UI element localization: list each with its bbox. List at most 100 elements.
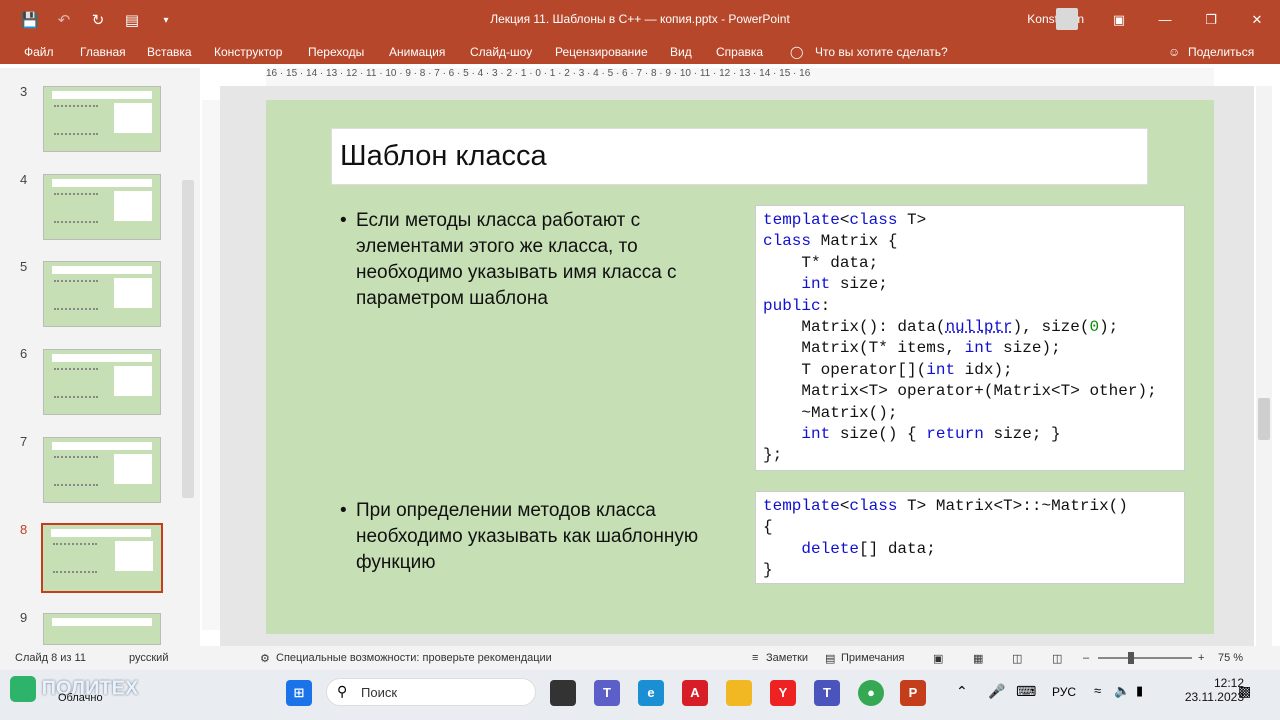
weather-text[interactable]: Облачно bbox=[58, 692, 103, 704]
title-bar: 💾 ↶ ↻ ▤ ▾ Лекция 11. Шаблоны в С++ — коп… bbox=[0, 0, 1280, 40]
tab-transitions[interactable]: Переходы bbox=[308, 45, 364, 59]
thumbnail-number: 5 bbox=[20, 259, 28, 274]
tab-review[interactable]: Рецензирование bbox=[555, 45, 648, 59]
comments-icon[interactable]: ▤ bbox=[825, 652, 835, 665]
share-icon[interactable]: ☺ bbox=[1168, 45, 1180, 59]
yandex-browser-icon[interactable]: Y bbox=[770, 680, 796, 706]
tab-view[interactable]: Вид bbox=[670, 45, 692, 59]
slide-thumbnail[interactable] bbox=[43, 437, 161, 503]
save-icon[interactable]: 💾 bbox=[20, 11, 40, 29]
code-line: }; bbox=[763, 446, 783, 465]
file-explorer-icon[interactable] bbox=[726, 680, 752, 706]
slide-title[interactable]: Шаблон класса bbox=[331, 128, 1148, 185]
language-indicator[interactable]: русский bbox=[129, 652, 168, 664]
zoom-slider-handle[interactable] bbox=[1128, 652, 1134, 664]
horizontal-ruler: 16 · 15 · 14 · 13 · 12 · 11 · 10 · 9 · 8… bbox=[266, 68, 1214, 86]
code-line: template<class T> bbox=[763, 211, 927, 229]
tab-design[interactable]: Конструктор bbox=[214, 45, 282, 59]
zoom-out-icon[interactable]: – bbox=[1083, 652, 1089, 664]
notifications-icon[interactable]: ▩ bbox=[1238, 683, 1251, 700]
tab-help[interactable]: Справка bbox=[716, 45, 763, 59]
zoom-slider[interactable] bbox=[1098, 657, 1192, 659]
canvas-scrollbar[interactable] bbox=[1256, 86, 1272, 646]
comments-button[interactable]: Примечания bbox=[841, 652, 905, 664]
code-line: Matrix(T* items, int size); bbox=[763, 339, 1061, 358]
bullet-2-text: При определении методов класса необходим… bbox=[356, 500, 699, 573]
code-line: class Matrix { bbox=[763, 232, 898, 251]
ribbon-tabs: Файл Главная Вставка Конструктор Переход… bbox=[0, 40, 1280, 64]
wifi-icon[interactable]: ≈ bbox=[1094, 683, 1101, 698]
tab-file[interactable]: Файл bbox=[24, 45, 54, 59]
code-line: T operator[](int idx); bbox=[763, 360, 1013, 379]
accessibility-icon[interactable]: ⚙ bbox=[260, 652, 270, 665]
tab-animations[interactable]: Анимация bbox=[389, 45, 445, 59]
avatar[interactable] bbox=[1056, 8, 1078, 30]
battery-icon[interactable]: ▮ bbox=[1136, 683, 1143, 699]
tab-insert[interactable]: Вставка bbox=[147, 45, 192, 59]
code-block-class[interactable]: template<class T> class Matrix { T* data;… bbox=[755, 205, 1185, 471]
slideshow-icon[interactable]: ◫ bbox=[1052, 652, 1062, 665]
slide-thumbnail[interactable] bbox=[43, 86, 161, 152]
code-line: int size; bbox=[801, 275, 888, 294]
ribbon-display-icon[interactable]: ▣ bbox=[1096, 0, 1142, 40]
teams-icon[interactable]: T bbox=[814, 680, 840, 706]
thumbnail-number: 7 bbox=[20, 434, 28, 449]
slide-thumbnail[interactable] bbox=[43, 349, 161, 415]
code-line: } bbox=[763, 561, 773, 580]
close-icon[interactable]: ✕ bbox=[1234, 0, 1280, 40]
thumbnail-number: 9 bbox=[20, 610, 28, 625]
tab-slideshow[interactable]: Слайд-шоу bbox=[470, 45, 532, 59]
bullet-dot: • bbox=[340, 210, 347, 231]
share-button[interactable]: Поделиться bbox=[1188, 45, 1254, 59]
edge-icon[interactable]: e bbox=[638, 680, 664, 706]
maximize-icon[interactable]: ❐ bbox=[1188, 0, 1234, 40]
code-block-destructor[interactable]: template<class T> Matrix<T>::~Matrix(){ … bbox=[755, 491, 1185, 584]
search-icon: ⚲ bbox=[337, 683, 348, 699]
code-line: Matrix(): data(nullptr), size(0); bbox=[763, 318, 1119, 337]
notes-icon[interactable]: ≡ bbox=[752, 652, 758, 664]
slide-thumbnail[interactable] bbox=[43, 613, 161, 645]
keyboard-icon[interactable]: ⌨ bbox=[1016, 683, 1036, 700]
code-line: Matrix<T> operator+(Matrix<T> other); bbox=[763, 382, 1157, 401]
tray-chevron-icon[interactable]: ⌃ bbox=[956, 683, 968, 700]
thumbnail-number: 4 bbox=[20, 172, 28, 187]
input-language[interactable]: РУС bbox=[1052, 685, 1076, 699]
reading-view-icon[interactable]: ◫ bbox=[1012, 652, 1022, 665]
taskbar-search[interactable]: ⚲ Поиск bbox=[326, 678, 536, 706]
volume-icon[interactable]: 🔈 bbox=[1114, 683, 1130, 699]
redo-icon[interactable]: ↻ bbox=[88, 11, 108, 29]
thumbnail-scrollbar[interactable] bbox=[182, 180, 194, 498]
tab-home[interactable]: Главная bbox=[80, 45, 126, 59]
slide-thumbnail[interactable] bbox=[43, 261, 161, 327]
code-line: delete[] data; bbox=[801, 539, 936, 558]
thumbnail-number: 6 bbox=[20, 346, 28, 361]
chrome-icon[interactable]: ● bbox=[858, 680, 884, 706]
notes-button[interactable]: Заметки bbox=[766, 652, 808, 664]
tell-me-input[interactable]: Что вы хотите сделать? bbox=[815, 45, 948, 59]
microphone-icon[interactable]: 🎤 bbox=[988, 683, 1005, 700]
slide-sorter-icon[interactable]: ▦ bbox=[973, 652, 983, 665]
code-line: ~Matrix(); bbox=[763, 403, 898, 422]
scrollbar-thumb[interactable] bbox=[1258, 398, 1270, 440]
windows-start-icon[interactable]: ⊞ bbox=[286, 680, 312, 706]
acrobat-icon[interactable]: A bbox=[682, 680, 708, 706]
slide-thumbnail-active[interactable] bbox=[41, 523, 163, 593]
slide-thumbnail[interactable] bbox=[43, 174, 161, 240]
undo-icon[interactable]: ↶ bbox=[54, 11, 74, 29]
teams-chat-icon[interactable]: T bbox=[594, 680, 620, 706]
clock[interactable]: 12:12 23.11.2023 bbox=[1185, 676, 1244, 704]
code-line: { bbox=[763, 518, 773, 537]
slide-counter: Слайд 8 из 11 bbox=[15, 652, 86, 664]
code-line: int size() { return size; } bbox=[801, 425, 1061, 444]
search-label: Поиск bbox=[361, 685, 398, 700]
lightbulb-icon: ◯ bbox=[790, 45, 804, 59]
powerpoint-icon[interactable]: P bbox=[900, 680, 926, 706]
present-icon[interactable]: ▤ bbox=[122, 11, 142, 29]
customize-icon[interactable]: ▾ bbox=[156, 15, 176, 26]
normal-view-icon[interactable]: ▣ bbox=[933, 652, 943, 665]
accessibility-status[interactable]: Специальные возможности: проверьте реком… bbox=[276, 652, 552, 664]
minimize-icon[interactable]: — bbox=[1142, 0, 1188, 40]
zoom-level[interactable]: 75 % bbox=[1218, 652, 1243, 664]
zoom-in-icon[interactable]: + bbox=[1198, 652, 1204, 664]
task-view-icon[interactable] bbox=[550, 680, 576, 706]
